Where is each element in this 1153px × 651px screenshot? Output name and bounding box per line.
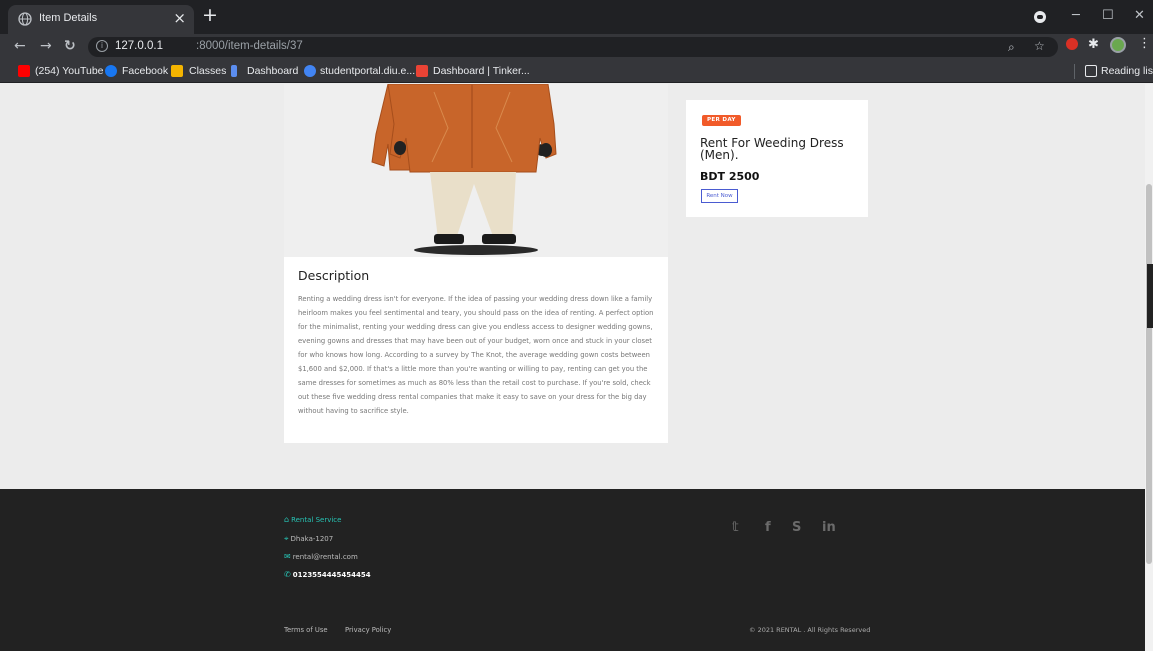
rent-card: PER DAY Rent For Weeding Dress (Men). BD… xyxy=(686,100,868,217)
minimize-button[interactable]: ─ xyxy=(1072,8,1080,23)
side-widget-tab[interactable] xyxy=(1147,264,1153,328)
youtube-icon xyxy=(18,65,30,77)
bookmarks-bar: (254) YouTube Facebook Classes Dashboard… xyxy=(0,60,1153,83)
tab-title: Item Details xyxy=(39,12,98,24)
new-tab-button[interactable]: + xyxy=(202,4,218,26)
phone-icon: ✆ xyxy=(284,570,291,579)
reload-icon[interactable]: ↻ xyxy=(64,38,76,54)
copyright-text: © 2021 RENTAL . All Rights Reserved xyxy=(749,626,871,634)
item-title: Rent For Weeding Dress (Men). xyxy=(700,136,844,162)
facebook-icon[interactable]: f xyxy=(765,520,771,535)
profile-icon[interactable] xyxy=(1034,11,1046,23)
per-day-badge: PER DAY xyxy=(702,115,741,126)
bookmark-star-icon[interactable]: ☆ xyxy=(1034,39,1045,53)
mail-icon: ✉ xyxy=(284,552,291,561)
menu-icon[interactable]: ⋮ xyxy=(1138,36,1151,51)
scrollbar-thumb[interactable] xyxy=(1146,184,1152,564)
reading-list-button[interactable]: Reading list xyxy=(1101,65,1153,77)
footer-address: ⌖ Dhaka-1207 xyxy=(284,534,334,543)
forward-icon[interactable]: → xyxy=(40,38,52,54)
page-scrollbar[interactable] xyxy=(1145,84,1153,651)
privacy-policy-link[interactable]: Privacy Policy xyxy=(345,626,391,634)
bookmark-tinker[interactable]: Dashboard | Tinker... xyxy=(433,65,530,77)
location-icon: ⌖ xyxy=(284,534,289,543)
dress-image xyxy=(284,84,668,257)
close-window-button[interactable]: ✕ xyxy=(1134,8,1145,23)
footer-brand[interactable]: ⌂ Rental Service xyxy=(284,515,341,524)
title-bar: Item Details × + ─ ☐ ✕ xyxy=(0,0,1153,34)
back-icon[interactable]: ← xyxy=(14,38,26,54)
item-price: BDT 2500 xyxy=(700,170,760,183)
footer: ⌂ Rental Service ⌖ Dhaka-1207 ✉ rental@rent… xyxy=(0,489,1145,651)
footer-phone[interactable]: ✆ 0123554445454454 xyxy=(284,570,371,579)
bookmarks-divider xyxy=(1074,64,1075,79)
browser-toolbar: ← → ↻ i 127.0.0.1 :8000/item-details/37 … xyxy=(0,34,1153,60)
globe-icon xyxy=(18,12,32,26)
address-bar[interactable]: i 127.0.0.1 :8000/item-details/37 ⌕ ☆ xyxy=(88,37,1058,57)
studentportal-icon xyxy=(304,65,316,77)
footer-email[interactable]: ✉ rental@rental.com xyxy=(284,552,358,561)
extensions-puzzle-icon[interactable]: ✱ xyxy=(1088,37,1099,52)
linkedin-icon[interactable]: in xyxy=(822,520,836,535)
description-card: Description Renting a wedding dress isn'… xyxy=(284,257,668,443)
bookmark-classes[interactable]: Classes xyxy=(189,65,226,77)
avatar[interactable] xyxy=(1110,37,1126,53)
url-host: 127.0.0.1 xyxy=(115,40,163,52)
browser-tab[interactable]: Item Details × xyxy=(8,5,194,34)
classes-icon xyxy=(171,65,183,77)
rent-now-button[interactable]: Rent Now xyxy=(701,189,738,203)
tab-close-icon[interactable]: × xyxy=(173,9,186,27)
bookmark-studentportal[interactable]: studentportal.diu.e... xyxy=(320,65,415,77)
description-heading: Description xyxy=(298,268,370,283)
home-icon: ⌂ xyxy=(284,515,290,524)
tinker-icon xyxy=(416,65,428,77)
zoom-icon[interactable]: ⌕ xyxy=(1008,40,1015,55)
site-info-icon[interactable]: i xyxy=(96,40,108,52)
reading-list-icon xyxy=(1085,65,1097,77)
bookmark-youtube[interactable]: (254) YouTube xyxy=(35,65,104,77)
url-path: :8000/item-details/37 xyxy=(196,40,303,52)
terms-of-use-link[interactable]: Terms of Use xyxy=(284,626,328,634)
maximize-button[interactable]: ☐ xyxy=(1102,8,1114,23)
twitter-icon[interactable]: 𝕥 xyxy=(732,520,739,535)
bookmark-facebook[interactable]: Facebook xyxy=(122,65,168,77)
description-text: Renting a wedding dress isn't for everyo… xyxy=(298,295,654,415)
page-content: Description Renting a wedding dress isn'… xyxy=(0,84,1145,651)
dashboard-icon xyxy=(231,65,237,77)
browser-window: Item Details × + ─ ☐ ✕ ← → ↻ i 127.0.0.1… xyxy=(0,0,1153,651)
skype-icon[interactable]: S xyxy=(792,520,801,535)
item-image xyxy=(284,84,668,257)
bookmark-dashboard[interactable]: Dashboard xyxy=(247,65,298,77)
extension-icon[interactable] xyxy=(1066,38,1078,50)
facebook-icon xyxy=(105,65,117,77)
